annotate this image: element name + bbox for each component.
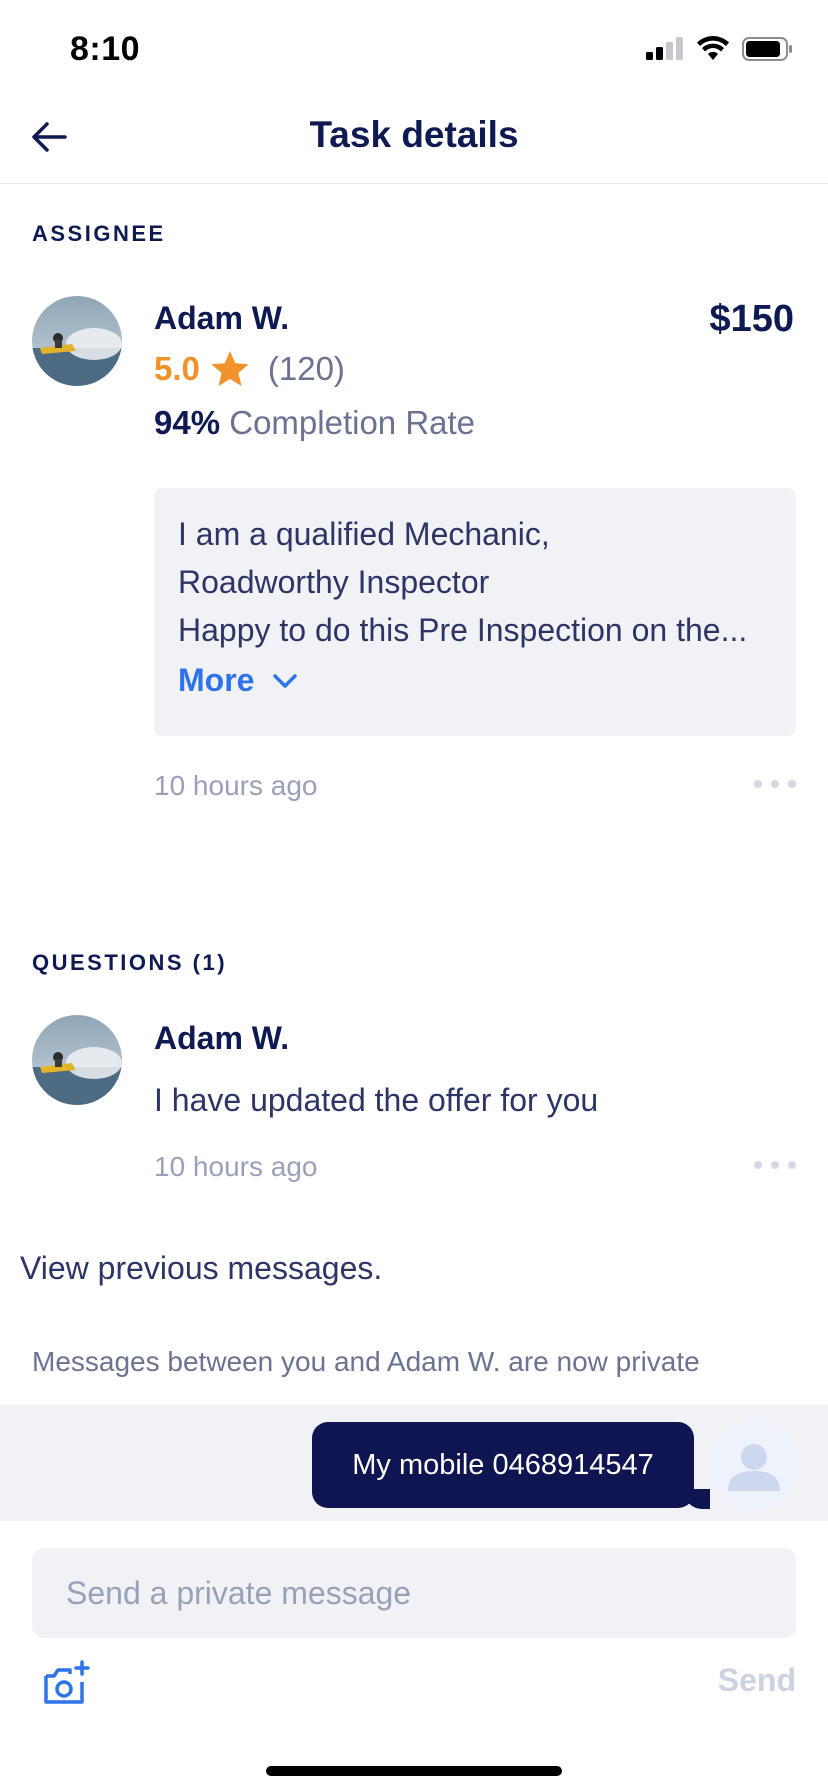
user-placeholder-icon — [728, 1444, 780, 1491]
completion-rate: 94% Completion Rate — [154, 404, 475, 442]
assignee-section-label: ASSIGNEE — [32, 221, 166, 246]
private-message-input[interactable] — [32, 1548, 796, 1638]
review-count: (120) — [267, 350, 345, 387]
camera-plus-icon — [44, 1660, 90, 1704]
user-avatar — [710, 1421, 798, 1509]
dot — [771, 780, 779, 788]
rating-row: 5.0 (120) — [154, 350, 345, 388]
completion-label: Completion Rate — [229, 404, 476, 441]
question-author-name[interactable]: Adam W. — [154, 1020, 289, 1057]
question-text: I have updated the offer for you — [154, 1082, 599, 1118]
offer-timestamp: 10 hours ago — [154, 770, 318, 801]
offer-line: Roadworthy Inspector — [178, 564, 490, 600]
offer-line: Happy to do this Pre Inspection on the..… — [178, 612, 748, 648]
status-icons — [644, 36, 794, 62]
completion-percent: 94% — [154, 404, 221, 441]
add-photo-button[interactable] — [42, 1660, 92, 1708]
question-timestamp: 10 hours ago — [154, 1151, 318, 1182]
assignee-name[interactable]: Adam W. — [154, 300, 289, 337]
assignee-avatar[interactable] — [32, 296, 122, 386]
page-title: Task details — [309, 114, 519, 155]
more-button[interactable]: More — [178, 662, 298, 699]
top-nav: Task details — [0, 100, 828, 184]
status-bar: 8:10 — [0, 0, 828, 100]
avatar-photo — [32, 1015, 122, 1105]
battery-icon — [742, 37, 792, 61]
home-indicator — [266, 1766, 562, 1776]
offer-more-options-button[interactable] — [754, 780, 796, 788]
view-previous-messages-link[interactable]: View previous messages. — [20, 1250, 382, 1287]
offer-message-box: I am a qualified Mechanic, Roadworthy In… — [154, 488, 796, 736]
wifi-icon — [697, 36, 729, 60]
dot — [788, 780, 796, 788]
dot — [754, 1161, 762, 1169]
dot — [754, 780, 762, 788]
private-chat-area: My mobile 0468914547 — [0, 1405, 828, 1521]
chat-bubble[interactable]: My mobile 0468914547 — [312, 1422, 694, 1508]
dot — [788, 1161, 796, 1169]
questions-section-label: QUESTIONS (1) — [32, 950, 228, 975]
status-time: 8:10 — [70, 30, 141, 68]
avatar-photo — [32, 296, 122, 386]
question-more-options-button[interactable] — [754, 1161, 796, 1169]
send-button[interactable]: Send — [718, 1662, 796, 1699]
star-icon — [211, 351, 249, 386]
question-avatar[interactable] — [32, 1015, 122, 1105]
cellular-signal-icon — [646, 37, 683, 60]
more-label: More — [178, 662, 255, 698]
dot — [771, 1161, 779, 1169]
chevron-down-icon — [273, 673, 298, 688]
offer-price: $150 — [709, 298, 794, 340]
offer-line: I am a qualified Mechanic, — [178, 516, 550, 552]
private-messages-note: Messages between you and Adam W. are now… — [32, 1346, 700, 1377]
rating-value: 5.0 — [154, 350, 200, 387]
